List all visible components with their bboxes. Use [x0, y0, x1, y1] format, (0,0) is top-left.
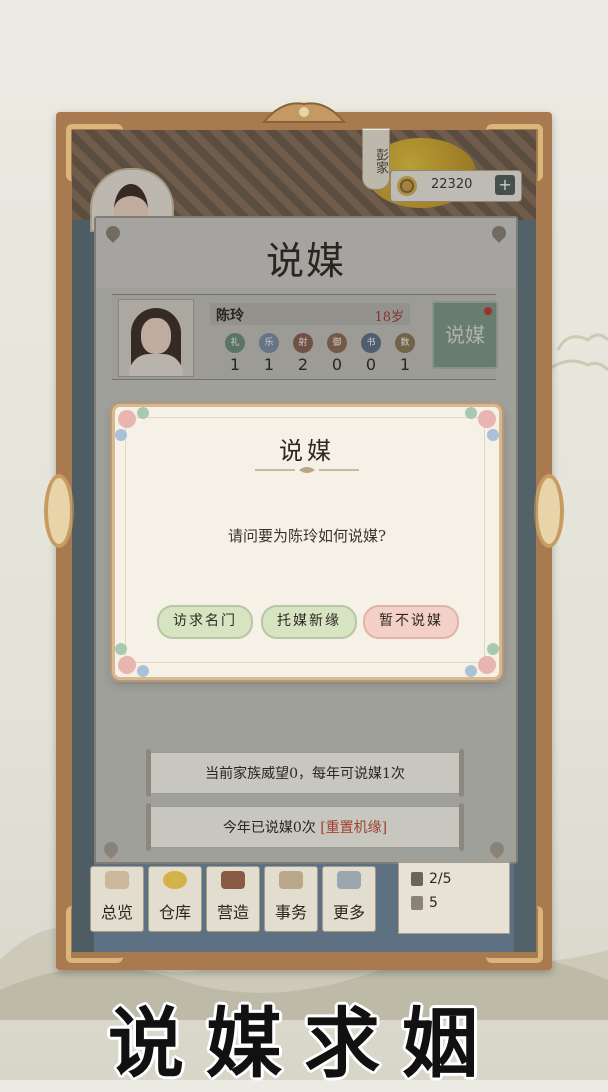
prestige-info: 当前家族威望0，每年可说媒1次	[146, 749, 464, 797]
reset-fate-link[interactable]: [重置机缘]	[320, 820, 387, 836]
cloud-decoration	[548, 333, 608, 372]
title-divider	[255, 467, 359, 473]
nav-label: 总览	[100, 903, 133, 922]
energy-value: 5	[429, 895, 438, 911]
person-icon	[411, 872, 423, 886]
frame-ornament-right	[534, 474, 564, 548]
nav-label: 更多	[332, 903, 365, 922]
visit-noble-button[interactable]: 访求名门	[157, 605, 253, 639]
frame-crest	[262, 102, 346, 123]
affairs-icon	[279, 871, 303, 889]
nav-overview[interactable]: 总览	[90, 866, 144, 932]
count-info: 今年已说媒0次 [重置机缘]	[146, 803, 464, 851]
promo-slogan: 说媒求姻	[108, 999, 500, 1088]
nav-label: 营造	[216, 903, 249, 922]
energy-count: 5	[411, 895, 438, 911]
resources-box: 2/5 5	[398, 862, 510, 934]
lightning-icon	[411, 896, 423, 910]
new-match-button[interactable]: 托媒新缘	[261, 605, 357, 639]
more-icon	[337, 871, 361, 889]
lotus-icon	[486, 842, 508, 856]
frame-ornament-left	[44, 474, 74, 548]
nav-label: 事务	[274, 903, 307, 922]
nav-label: 仓库	[158, 903, 191, 922]
dialog-question: 请问要为陈玲如何说媒?	[227, 527, 387, 545]
matchmaking-dialog: 说媒 请问要为陈玲如何说媒? 访求名门 托媒新缘 暂不说媒	[112, 404, 502, 680]
count-text: 今年已说媒0次	[222, 820, 316, 836]
people-value: 2/5	[429, 871, 452, 887]
dialog-title: 说媒	[279, 437, 335, 465]
warehouse-icon	[163, 871, 187, 889]
nav-more[interactable]: 更多	[322, 866, 376, 932]
nav-affairs[interactable]: 事务	[264, 866, 318, 932]
prestige-text: 当前家族威望0，每年可说媒1次	[205, 766, 405, 782]
build-icon	[221, 871, 245, 889]
nav-build[interactable]: 营造	[206, 866, 260, 932]
overview-icon	[105, 871, 129, 889]
lotus-icon	[100, 842, 122, 856]
nav-warehouse[interactable]: 仓库	[148, 866, 202, 932]
people-count: 2/5	[411, 871, 452, 887]
count-text-row: 今年已说媒0次 [重置机缘]	[149, 817, 461, 837]
skip-matchmaking-button[interactable]: 暂不说媒	[363, 605, 459, 639]
